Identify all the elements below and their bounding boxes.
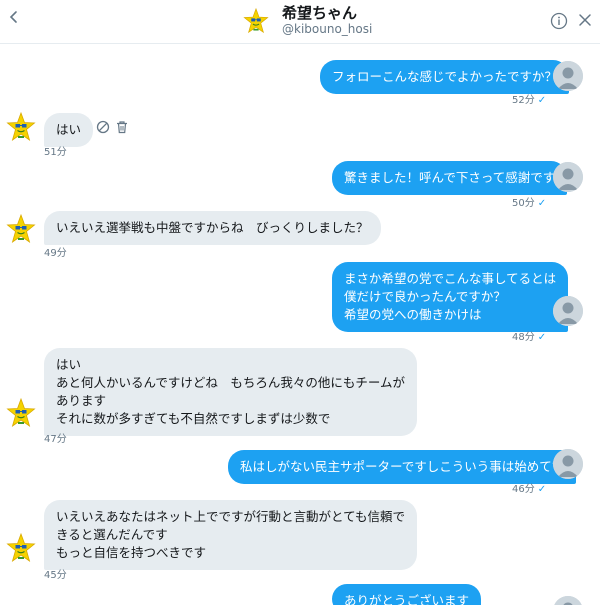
- outgoing-message[interactable]: フォローこんな感じでよかったですか？: [320, 60, 570, 94]
- default-profile-icon[interactable]: [553, 596, 583, 605]
- chevron-left-icon: [9, 11, 17, 23]
- close-button[interactable]: [577, 12, 593, 28]
- outgoing-message[interactable]: 驚きました！呼んで下さって感謝です: [332, 161, 568, 195]
- read-check-icon: ✓: [537, 95, 547, 106]
- message-timestamp: 46分 ✓: [512, 484, 547, 495]
- message-timestamp: 50分 ✓: [512, 198, 547, 209]
- star-mascot-icon[interactable]: [6, 533, 36, 563]
- read-check-icon: ✓: [537, 332, 547, 343]
- message-text: 僕だけで良かったんですか？: [344, 289, 506, 304]
- message-timestamp: 48分 ✓: [512, 332, 547, 343]
- message-text: 私はしがない民主サポーターですしこういう事は始めてで: [240, 459, 565, 474]
- star-mascot-icon[interactable]: [6, 214, 36, 244]
- default-profile-icon[interactable]: [553, 61, 583, 91]
- back-button[interactable]: [4, 4, 24, 30]
- message-timestamp: 49分: [44, 248, 67, 259]
- trash-icon[interactable]: [114, 119, 130, 135]
- outgoing-message[interactable]: ありがとうございます: [332, 584, 482, 605]
- read-check-icon: ✓: [537, 484, 547, 495]
- outgoing-message[interactable]: 私はしがない民主サポーターですしこういう事は始めてで: [228, 450, 577, 484]
- outgoing-message[interactable]: まさか希望の党でこんな事してるとは 僕だけで良かったんですか？ 希望の党への働き…: [332, 262, 569, 332]
- message-timestamp: 45分: [44, 570, 67, 581]
- message-text: ありがとうございます: [344, 593, 470, 605]
- conversation-handle: @kibouno_hosi: [282, 22, 373, 36]
- conversation-header: 希望ちゃん @kibouno_hosi: [0, 0, 600, 44]
- star-mascot-icon[interactable]: [6, 112, 36, 142]
- message-text: いえいえあなたはネット上でですが行動と言動がとても信頼で: [56, 509, 406, 524]
- message-timestamp: 52分 ✓: [512, 95, 547, 106]
- read-check-icon: ✓: [537, 198, 547, 209]
- block-icon[interactable]: [95, 119, 111, 135]
- incoming-message[interactable]: いえいえ選挙戦も中盤ですからね びっくりしました？: [44, 211, 381, 245]
- close-icon: [579, 14, 591, 26]
- info-button[interactable]: [550, 12, 568, 30]
- message-text: まさか希望の党でこんな事してるとは: [344, 271, 557, 286]
- message-text: それに数が多すぎても不自然ですしまずは少数で: [56, 411, 331, 426]
- message-timestamp: 47分: [44, 434, 67, 445]
- default-profile-icon[interactable]: [553, 296, 583, 326]
- info-icon: [550, 12, 568, 30]
- message-text: あと何人かいるんですけどね もちろん我々の他にもチームが: [56, 375, 406, 390]
- message-text: あります: [56, 393, 107, 408]
- star-mascot-icon[interactable]: [243, 8, 269, 34]
- conversation-name: 希望ちゃん: [282, 4, 358, 22]
- message-text: いえいえ選挙戦も中盤ですからね びっくりしました？: [56, 220, 369, 235]
- message-text: フォローこんな感じでよかったですか？: [332, 69, 558, 84]
- message-text: 希望の党への働きかけは: [344, 307, 482, 322]
- message-text: もっと自信を持つべきです: [56, 545, 207, 560]
- incoming-message[interactable]: はい あと何人かいるんですけどね もちろん我々の他にもチームが あります それに…: [44, 348, 418, 436]
- default-profile-icon[interactable]: [553, 162, 583, 192]
- message-timestamp: 51分: [44, 147, 67, 158]
- incoming-message[interactable]: いえいえあなたはネット上でですが行動と言動がとても信頼で きると選んだんです も…: [44, 500, 418, 570]
- message-text: はい: [56, 357, 82, 372]
- incoming-message[interactable]: はい: [44, 113, 94, 147]
- message-text: 驚きました！呼んで下さって感謝です: [344, 170, 556, 185]
- message-text: きると選んだんです: [56, 527, 168, 542]
- message-text: はい: [56, 122, 82, 137]
- default-profile-icon[interactable]: [553, 449, 583, 479]
- star-mascot-icon[interactable]: [6, 398, 36, 428]
